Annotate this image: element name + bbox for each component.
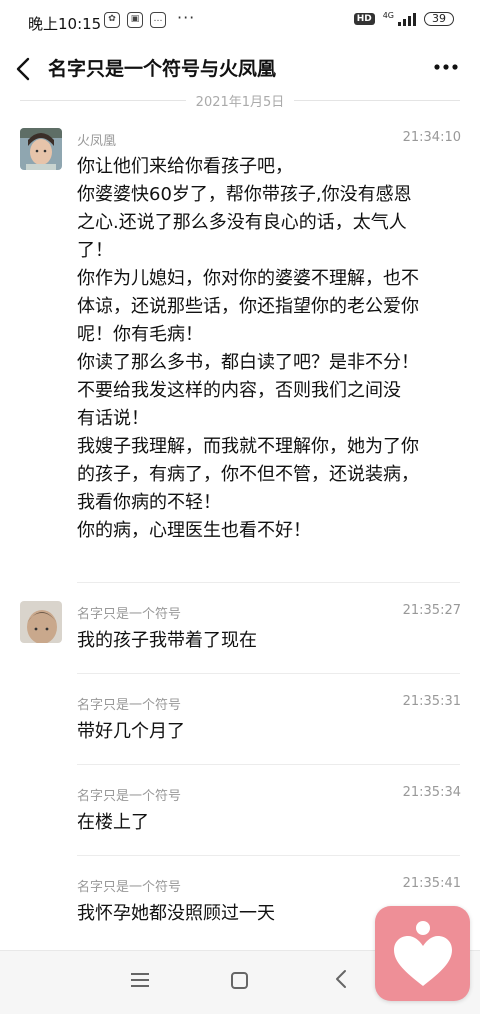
message-line: 呢！你有毛病！ xyxy=(77,324,203,345)
date-text: 2021年1月5日 xyxy=(185,95,295,110)
back-button[interactable] xyxy=(14,52,40,81)
floating-heart-button[interactable] xyxy=(375,906,470,1001)
chat-header: 名字只是一个符号与火凤凰 xyxy=(0,44,480,90)
battery-level: 39 xyxy=(432,12,446,25)
message-line: 你婆婆快60岁了，帮你带孩子,你没有感恩 xyxy=(77,184,412,205)
more-options-button[interactable] xyxy=(434,50,458,86)
message-app-icon: … xyxy=(150,12,166,28)
message-divider xyxy=(77,855,460,856)
message-line: 不要给我发这样的内容，否则我们之间没 xyxy=(77,380,401,401)
message-time: 21:35:31 xyxy=(402,694,461,709)
message-text: 我的孩子我带着了现在 xyxy=(77,630,257,651)
message-line: 你让他们来给你看孩子吧， xyxy=(77,156,293,177)
home-square-icon[interactable] xyxy=(231,972,248,989)
message-line: 之心.还说了那么多没有良心的话，太气人 xyxy=(77,212,407,233)
more-dots-icon xyxy=(434,64,458,70)
avatar-image xyxy=(20,601,62,643)
message-line: 有话说！ xyxy=(77,408,149,429)
chevron-left-icon xyxy=(16,57,30,81)
notification-icons: ✿ ▣ … ··· xyxy=(104,8,195,28)
message-time: 21:35:34 xyxy=(402,785,461,800)
message-divider xyxy=(77,764,460,765)
message-text: 在楼上了 xyxy=(77,812,149,833)
avatar[interactable] xyxy=(20,128,62,170)
message-line: 你读了那么多书，都白读了吧？是非不分！ xyxy=(77,352,419,373)
message-time: 21:35:41 xyxy=(402,876,461,891)
message-line: 我嫂子我理解，而我就不理解你，她为了你 xyxy=(77,436,419,457)
hd-voice-badge: HD xyxy=(353,13,375,25)
avatar-image xyxy=(20,128,62,170)
sender-name: 名字只是一个符号 xyxy=(77,607,182,622)
tv-app-icon: ▣ xyxy=(127,12,143,28)
message-line: 你的病，心理医生也看不好！ xyxy=(77,520,311,541)
message-line: 我看你病的不轻！ xyxy=(77,492,221,513)
sender-name: 名字只是一个符号 xyxy=(77,698,182,713)
message-time: 21:34:10 xyxy=(402,130,461,145)
signal-icon xyxy=(398,12,416,26)
avatar[interactable] xyxy=(20,601,62,643)
sender-name: 火凤凰 xyxy=(77,134,117,149)
message-time: 21:35:27 xyxy=(402,603,461,618)
status-time: 晚上10:15 xyxy=(28,15,102,33)
message-line: 了！ xyxy=(77,240,113,261)
message-line: 体谅，还说那些话，你还指望你的老公爱你 xyxy=(77,296,419,317)
message-divider xyxy=(77,582,460,583)
menu-icon[interactable] xyxy=(131,973,149,987)
battery-icon: 39 xyxy=(424,12,454,26)
page-title: 名字只是一个符号与火凤凰 xyxy=(48,58,277,80)
sender-name: 名字只是一个符号 xyxy=(77,789,182,804)
paw-app-icon: ✿ xyxy=(104,12,120,28)
message-line: 你作为儿媳妇，你对你的婆婆不理解，也不 xyxy=(77,268,419,289)
nav-back-icon[interactable] xyxy=(334,968,348,996)
message-text: 带好几个月了 xyxy=(77,721,185,742)
date-separator: 2021年1月5日 xyxy=(0,91,480,110)
sender-name: 名字只是一个符号 xyxy=(77,880,182,895)
status-bar: 晚上10:15 ✿ ▣ … ··· HD 4G 39 xyxy=(0,0,480,44)
network-type: 4G xyxy=(382,10,394,20)
message-divider xyxy=(77,673,460,674)
message-line: 的孩子，有病了，你不但不管，还说装病， xyxy=(77,464,419,485)
more-notifications-icon: ··· xyxy=(177,7,196,27)
heart-person-icon xyxy=(394,921,452,986)
message-text: 你让他们来给你看孩子吧， 你婆婆快60岁了，帮你带孩子,你没有感恩 之心.还说了… xyxy=(77,153,467,545)
